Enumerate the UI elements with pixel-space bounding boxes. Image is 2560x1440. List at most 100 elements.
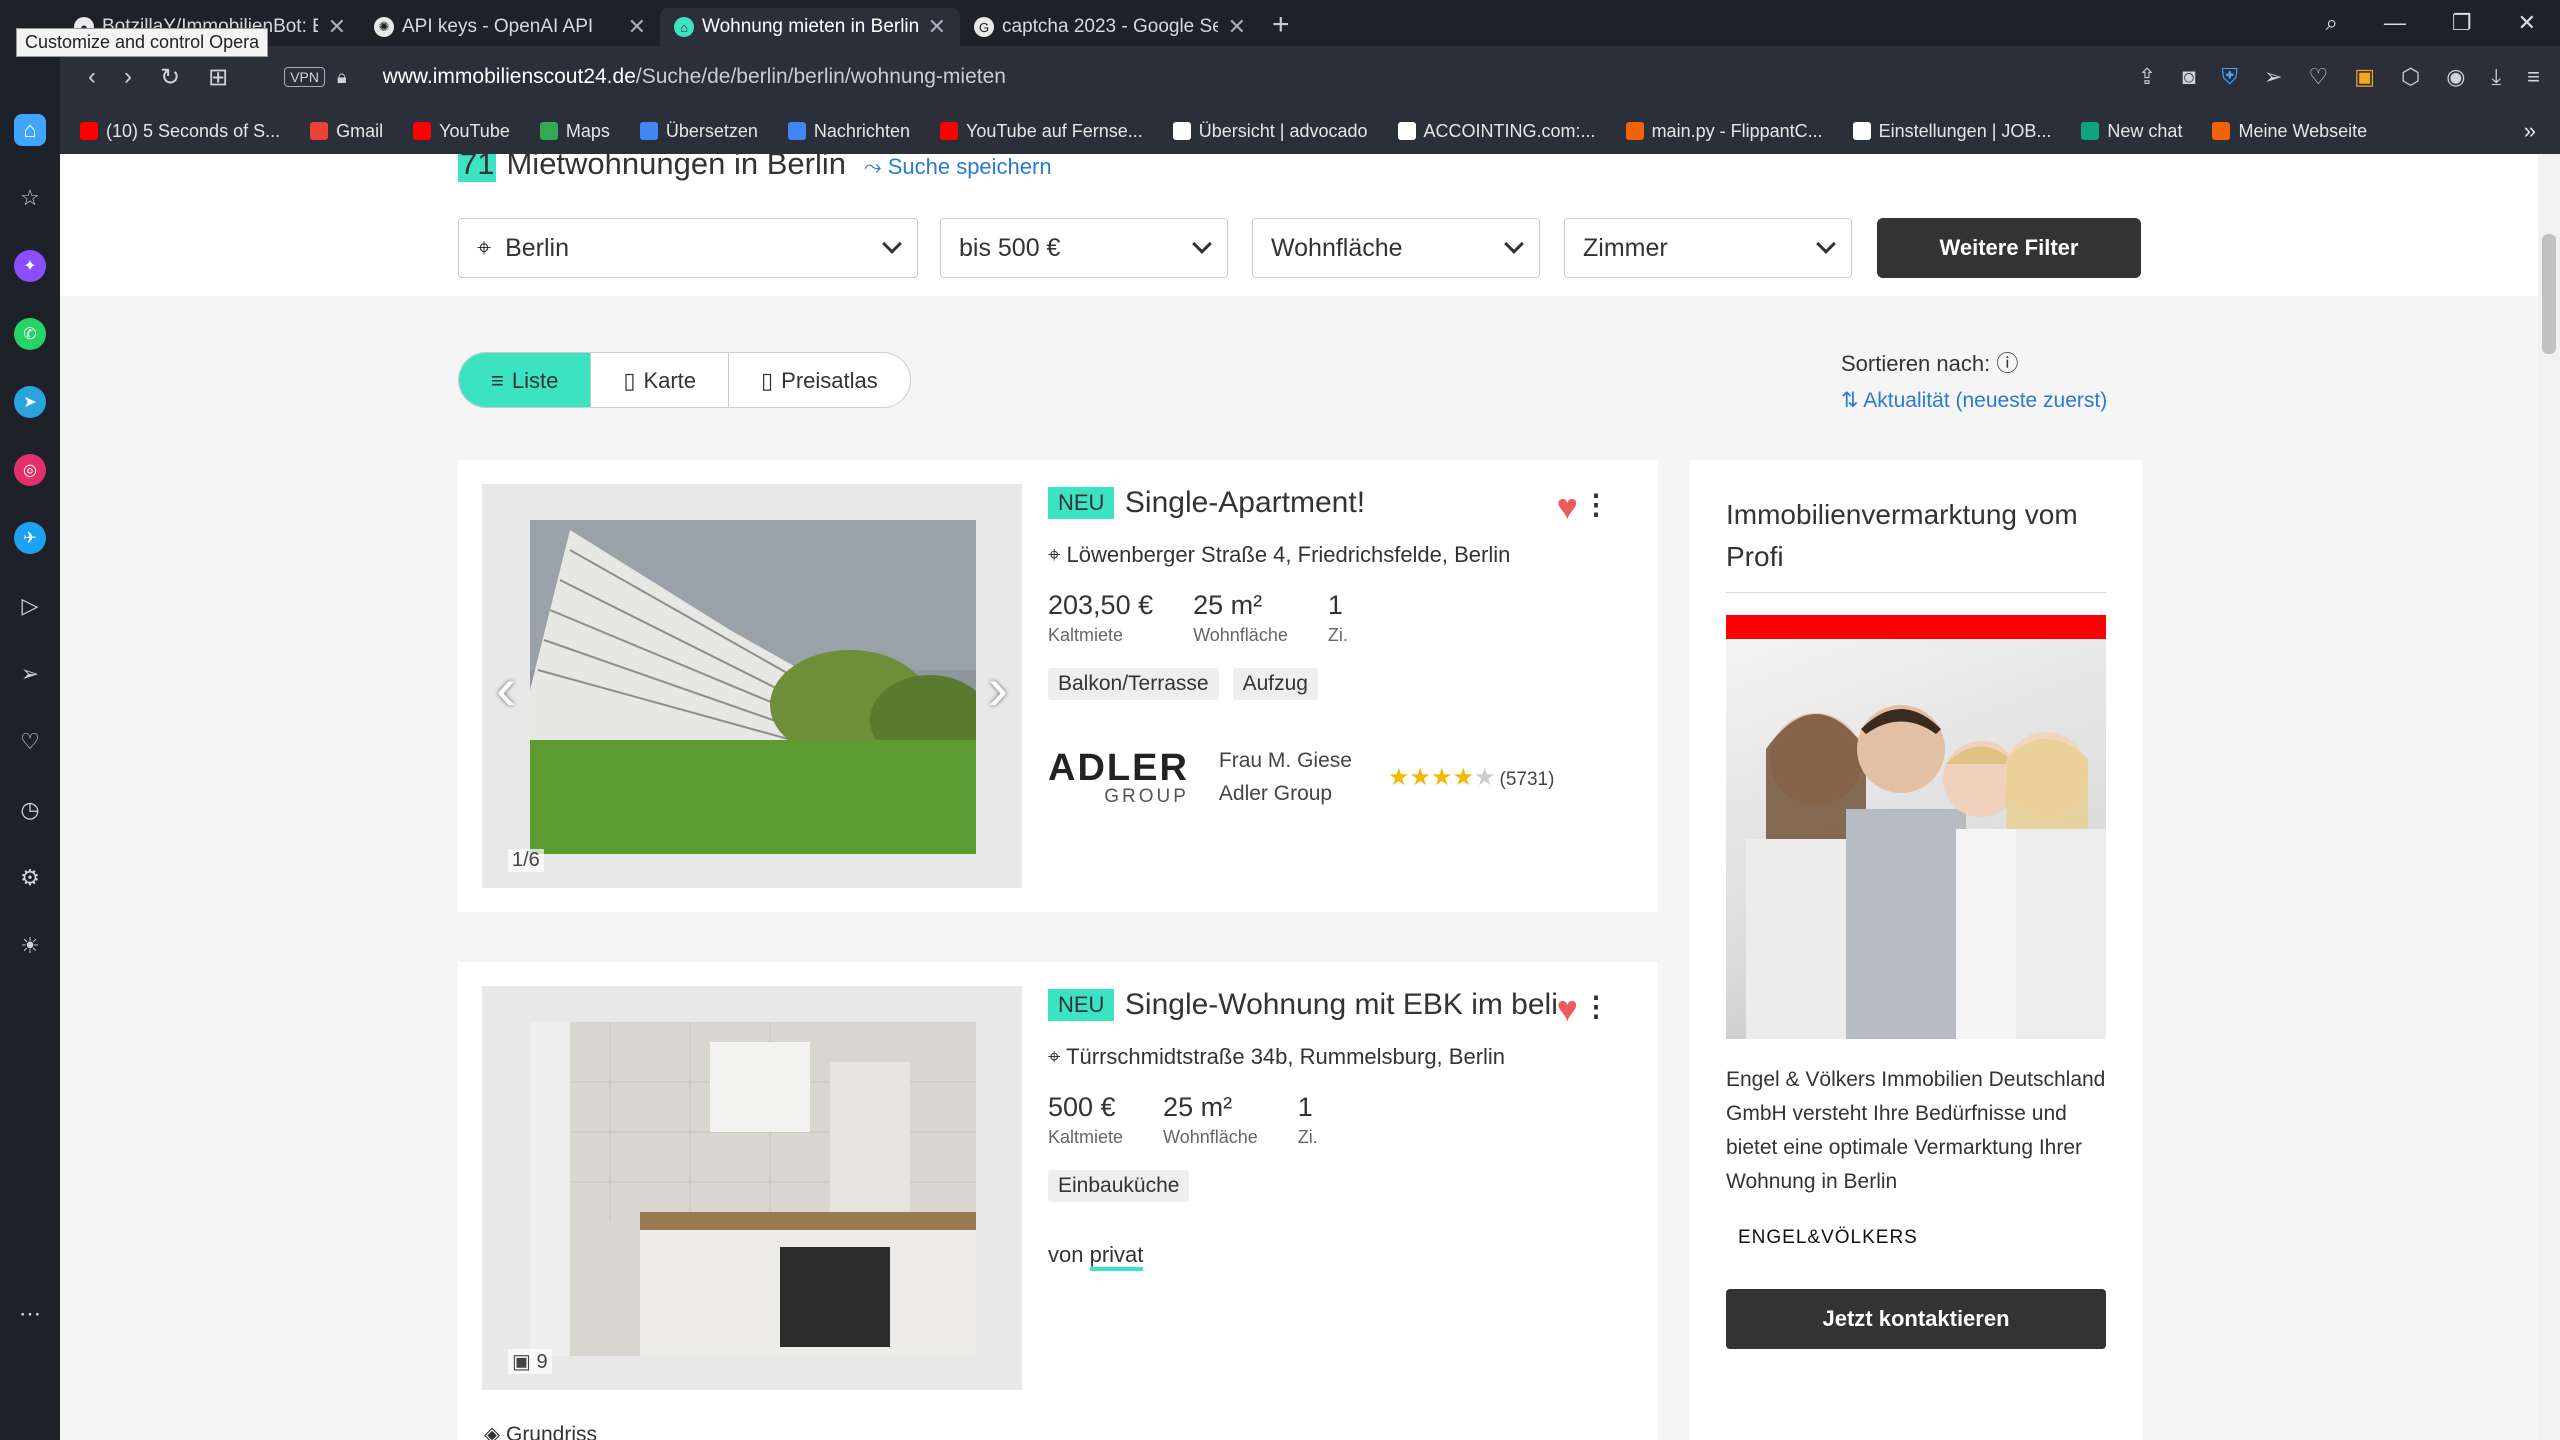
search-tabs-icon[interactable]: ⌕ — [2326, 10, 2338, 36]
favorite-heart-icon[interactable]: ♥ — [1557, 988, 1578, 1030]
price-atlas-button[interactable]: ▯ Preisatlas — [729, 353, 910, 407]
listing-card[interactable]: ▣ 9 NEU Single-Wohnung mit EBK im beli..… — [458, 962, 1658, 1440]
new-tab-button[interactable]: + — [1272, 8, 1290, 42]
url-field[interactable]: www.immobilienscout24.de/Suche/de/berlin… — [383, 65, 1006, 89]
bookmarks-overflow-icon[interactable]: » — [2524, 118, 2536, 144]
minimize-icon[interactable]: — — [2384, 10, 2406, 36]
listing-address: ⌖ Türrschmidtstraße 34b, Rummelsburg, Be… — [1048, 1044, 1638, 1070]
lock-icon[interactable]: 🔒︎ — [337, 67, 347, 88]
bookmark-item[interactable]: Einstellungen | JOB... — [1852, 121, 2051, 142]
save-search-link[interactable]: ⤳ Suche speichern — [864, 154, 1052, 180]
rating-count: (5731) — [1499, 768, 1555, 790]
listing-title[interactable]: Single-Apartment! — [1125, 486, 1365, 519]
share-icon[interactable]: ⇪ — [2138, 64, 2156, 90]
bookmark-item[interactable]: Gmail — [310, 121, 383, 142]
result-heading: Mietwohnungen in Berlin — [506, 154, 846, 181]
player-icon[interactable]: ▷ — [14, 590, 46, 622]
profile-icon[interactable]: ◉ — [2446, 64, 2465, 90]
price-filter[interactable]: bis 500 € — [940, 218, 1228, 278]
cube-icon[interactable]: ⬡ — [2401, 64, 2420, 90]
location-value: ⌖ Berlin — [477, 234, 569, 263]
search-header: 71 Mietwohnungen in Berlin ⤳ Suche speic… — [60, 154, 2538, 296]
tab-google[interactable]: G captcha 2023 - Google Sea ✕ — [960, 8, 1260, 46]
close-icon[interactable]: ✕ — [1228, 14, 1246, 40]
settings-icon[interactable]: ⚙ — [14, 862, 46, 894]
close-icon[interactable]: ✕ — [328, 14, 346, 40]
rooms-caption: Zi. — [1327, 625, 1348, 645]
back-icon[interactable]: ‹ — [88, 63, 96, 91]
more-filters-button[interactable]: Weitere Filter — [1877, 218, 2141, 278]
reload-icon[interactable]: ↻ — [160, 63, 180, 92]
close-icon[interactable]: ✕ — [928, 14, 946, 40]
stat-rooms: 1 Zi. — [1328, 590, 1348, 646]
restore-icon[interactable]: ❐ — [2452, 10, 2472, 36]
menu-icon[interactable]: ≡ — [2527, 64, 2540, 90]
close-window-icon[interactable]: ✕ — [2518, 10, 2536, 36]
forward-icon[interactable]: › — [124, 63, 132, 91]
instagram-icon[interactable]: ◎ — [14, 454, 46, 486]
listing-gallery[interactable]: ‹ › 1/6 — [482, 484, 1022, 888]
bookmark-item[interactable]: New chat — [2081, 121, 2182, 142]
bookmark-item[interactable]: Nachrichten — [787, 121, 910, 142]
extension-icon[interactable]: ▣ — [2354, 64, 2375, 90]
vpn-badge[interactable]: VPN — [284, 67, 326, 87]
scrollbar-thumb[interactable] — [2542, 234, 2556, 354]
save-search-label: Suche speichern — [887, 154, 1052, 179]
bookmark-item[interactable]: main.py - FlippantC... — [1625, 121, 1823, 142]
rooms-filter[interactable]: Zimmer — [1564, 218, 1852, 278]
sort-dropdown[interactable]: ⇅ Aktualität (neueste zuerst) — [1841, 388, 2107, 413]
location-filter[interactable]: ⌖ Berlin — [458, 218, 918, 278]
tabs-grid-icon[interactable]: ⊞ — [208, 63, 228, 92]
telegram-icon[interactable]: ➤ — [14, 386, 46, 418]
previous-image-icon[interactable]: ‹ — [496, 654, 516, 723]
download-icon[interactable]: ⤓ — [2491, 64, 2501, 90]
area-value: 25 m² — [1193, 590, 1263, 620]
heart-icon[interactable]: ♡ — [2308, 64, 2328, 90]
send-icon[interactable]: ➢ — [14, 658, 46, 690]
close-icon[interactable]: ✕ — [628, 14, 646, 40]
bookmark-item[interactable]: ACCOINTING.com:... — [1397, 121, 1596, 142]
history-icon[interactable]: ◷ — [14, 794, 46, 826]
bookmark-item[interactable]: (10) 5 Seconds of S... — [80, 121, 280, 142]
listing-title[interactable]: Single-Wohnung mit EBK im beli... — [1125, 988, 1558, 1021]
tab-openai[interactable]: ✺ API keys - OpenAI API ✕ — [360, 8, 660, 46]
list-label: Liste — [511, 368, 559, 393]
more-options-icon[interactable]: ⋮ — [1582, 990, 1610, 1023]
bookmark-item[interactable]: Maps — [539, 121, 610, 142]
map-view-button[interactable]: ▯ Karte — [591, 353, 730, 407]
map-label: Karte — [643, 368, 697, 393]
more-icon[interactable]: ⋯ — [14, 1298, 46, 1330]
lightbulb-icon[interactable]: ☀ — [14, 930, 46, 962]
tab-immoscout[interactable]: ⌂ Wohnung mieten in Berlin ✕ — [660, 8, 960, 46]
whatsapp-icon[interactable]: ✆ — [14, 318, 46, 350]
page-scrollbar[interactable] — [2538, 154, 2560, 1440]
next-image-icon[interactable]: › — [988, 654, 1008, 723]
home-icon[interactable]: ⌂ — [14, 114, 46, 146]
bookmark-item[interactable]: YouTube auf Fernse... — [939, 121, 1143, 142]
bookmark-item[interactable]: Übersicht | advocado — [1172, 121, 1368, 142]
list-view-button[interactable]: ≡ Liste — [459, 353, 592, 407]
bookmark-favicon-icon — [639, 122, 658, 140]
private-prefix: von — [1048, 1242, 1084, 1267]
url-path: /Suche/de/berlin/berlin/wohnung-mieten — [635, 65, 1006, 88]
bookmark-item[interactable]: Meine Webseite — [2212, 121, 2367, 142]
twitter-icon[interactable]: ✈ — [14, 522, 46, 554]
favorite-heart-icon[interactable]: ♥ — [1557, 486, 1578, 528]
bookmark-item[interactable]: Übersetzen — [639, 121, 758, 142]
heart-icon[interactable]: ♡ — [14, 726, 46, 758]
price-value: 500 € — [1048, 1092, 1116, 1122]
area-filter[interactable]: Wohnfläche — [1252, 218, 1540, 278]
more-options-icon[interactable]: ⋮ — [1582, 488, 1610, 521]
contact-button[interactable]: Jetzt kontaktieren — [1726, 1289, 2106, 1349]
shield-icon[interactable]: ⛨ — [2222, 64, 2239, 90]
stat-area: 25 m² Wohnfläche — [1193, 590, 1288, 646]
send-icon[interactable]: ➢ — [2264, 64, 2282, 90]
google-icon: G — [974, 17, 994, 37]
bookmark-item[interactable]: YouTube — [413, 121, 510, 142]
listing-card[interactable]: ‹ › 1/6 NEU Single-Apartment! ♥ ⋮ ⌖ Löwe… — [458, 460, 1658, 912]
messenger-icon[interactable]: ✦ — [14, 250, 46, 282]
listing-gallery[interactable]: ▣ 9 — [482, 986, 1022, 1390]
star-icon[interactable]: ☆ — [14, 182, 46, 214]
info-icon[interactable]: ⓘ — [1996, 351, 2018, 376]
camera-icon[interactable]: ◙ — [2182, 64, 2195, 90]
